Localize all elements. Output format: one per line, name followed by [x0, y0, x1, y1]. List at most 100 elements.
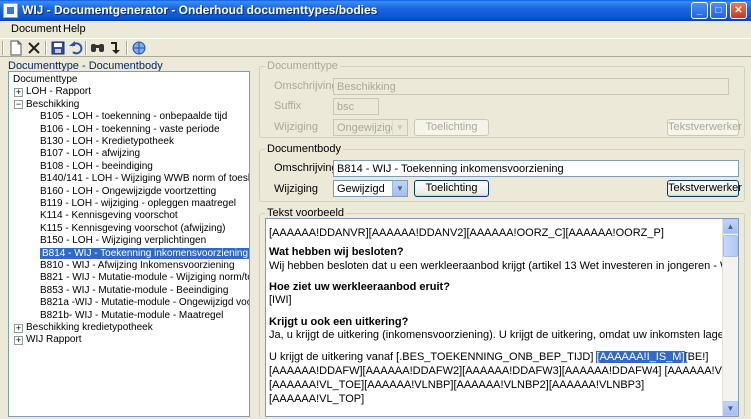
tree-item[interactable]: WIJ Rapport [26, 334, 82, 346]
title-bar: WIJ - Documentgenerator - Onderhoud docu… [0, 0, 751, 21]
tree-item-label: B160 - LOH - Ongewijzigde voortzetting [40, 185, 217, 197]
tree-expander-icon[interactable]: + [14, 323, 23, 333]
tree-item[interactable]: B107 - LOH - afwijzing [40, 148, 140, 160]
preview-line: [AAAAAA!VL_TOE][AAAAAA!VLNBP][AAAAAA!VLN… [269, 379, 645, 391]
preview-line: [AAAAAA!VL_TOP] [269, 393, 365, 405]
documentbody-toelichting-button[interactable]: Toelichting [414, 180, 489, 197]
menu-document[interactable]: Document [11, 23, 61, 35]
tree-item-label: Beschikking kredietypotheek [26, 322, 153, 333]
tree-item-label: B119 - LOH - wijziging - opleggen maatre… [40, 198, 237, 209]
tree-item-label: Beschikking [26, 98, 80, 110]
tree-item[interactable]: K115 - Kennisgeving voorschot (afwijzing… [40, 223, 225, 235]
tree-item-label: B814 - WIJ - Toekenning inkomensvoorzien… [40, 247, 249, 259]
preview-line: [IWI] [269, 294, 292, 306]
preview-line: [AAAAAA!DDANVR][AAAAAA!DDANV2][AAAAAA!OO… [269, 227, 664, 239]
tree-item[interactable]: B814 - WIJ - Toekenning inkomensvoorzien… [40, 247, 249, 260]
tree-item-label: WIJ Rapport [26, 334, 82, 346]
tree-item-label: B140/141 - LOH - Wijziging WWB norm of t… [40, 173, 250, 185]
documenttype-omschrijving-field[interactable]: Beschikking [333, 78, 729, 95]
tree-item-label: B810 - WIJ - Afwijzing Inkomensvoorzieni… [40, 260, 235, 271]
tree-item-label: B106 - LOH - toekenning - vaste periode [40, 123, 220, 135]
toolbar-grip [2, 41, 4, 55]
tree-item-label: LOH - Rapport [26, 86, 92, 98]
tree-item[interactable]: B119 - LOH - wijziging - opleggen maatre… [40, 198, 236, 210]
tree-expander-icon[interactable]: + [14, 87, 23, 97]
tree-item[interactable]: Beschikking kredietypotheek [26, 322, 153, 334]
menu-help[interactable]: Help [63, 23, 86, 35]
scroll-down-icon[interactable]: ▼ [723, 401, 738, 416]
tree-item[interactable]: B853 - WIJ - Mutatie-module - Beeindigin… [40, 285, 228, 297]
preview-line: Wij hebben besloten dat u een werkleeraa… [269, 260, 739, 272]
documenttype-suffix-label: Suffix [274, 100, 302, 112]
tree-item[interactable]: B105 - LOH - toekenning - onbepaalde tij… [40, 111, 227, 123]
documentbody-omschrijving-field[interactable]: B814 - WIJ - Toekenning inkomensvoorzien… [333, 160, 739, 177]
save-icon[interactable] [50, 40, 66, 56]
preview-text: [BE!] [684, 351, 709, 363]
preview-text: U krijgt de uitkering vanaf [.BES_TOEKEN… [269, 351, 597, 363]
preview-line: [AAAAAA!DDAFW][AAAAAA!DDAFW2][AAAAAA!DDA… [269, 365, 739, 377]
documentbody-omschrijving-label: Omschrijving [274, 162, 338, 174]
tree-expander-icon[interactable]: + [14, 335, 23, 345]
toolbar-separator [85, 41, 87, 55]
preview-heading: Hoe ziet uw werkleeraanbod eruit? [269, 281, 450, 293]
tree-item[interactable]: LOH - Rapport [26, 86, 91, 98]
documentbody-tekstverwerker-button[interactable]: Tekstverwerker [667, 180, 742, 197]
tree-item-label: B821a -WIJ - Mutatie-module - Ongewijzig… [40, 297, 249, 309]
tree-item[interactable]: Documenttype [13, 74, 77, 86]
tree-item[interactable]: B108 - LOH - beeindiging [40, 161, 153, 173]
tree-item[interactable]: B810 - WIJ - Afwijzing Inkomensvoorzieni… [40, 260, 235, 272]
document-tree[interactable]: Documenttype + LOH - Rapport − Beschikking B1… [8, 71, 250, 417]
preview-heading: Krijgt u ook een uitkering? [269, 316, 409, 328]
tree-item[interactable]: B821 - WIJ - Mutatie-module - Wijziging … [40, 272, 250, 284]
documentbody-wijziging-value: Gewijzigd [337, 183, 385, 195]
preview-line: Ja, u krijgt de uitkering (inkomensvoorz… [269, 329, 737, 341]
tree-item-label: B107 - LOH - afwijzing [40, 148, 141, 160]
preview-line: U krijgt de uitkering vanaf [.BES_TOEKEN… [269, 351, 708, 363]
goto-icon[interactable] [108, 40, 124, 56]
tree-item-label: Documenttype [13, 74, 78, 85]
tree-expander-icon[interactable]: − [14, 100, 23, 110]
documenttype-tekstverwerker-button[interactable]: Tekstverwerker [667, 119, 742, 136]
vertical-scrollbar[interactable]: ▲ ▼ [722, 219, 738, 416]
documentbody-wijziging-select[interactable]: Gewijzigd ▼ [333, 180, 408, 197]
tree-item-label: B821b- WIJ - Mutatie-module - Maatregel [40, 309, 224, 321]
documenttype-suffix-field[interactable]: bsc [333, 98, 379, 115]
documenttype-wijziging-label: Wijziging [274, 121, 319, 133]
scroll-up-icon[interactable]: ▲ [723, 219, 738, 234]
tree-item-label: B130 - LOH - Kredietypotheek [40, 136, 174, 147]
text-preview[interactable]: [AAAAAA!DDANVR][AAAAAA!DDANV2][AAAAAA!OO… [265, 218, 739, 417]
tree-item[interactable]: B130 - LOH - Kredietypotheek [40, 136, 174, 148]
maximize-button[interactable]: □ [710, 2, 727, 19]
documentbody-wijziging-label: Wijziging [274, 183, 319, 195]
documenttype-wijziging-select[interactable]: Ongewijzigd ▼ [333, 119, 408, 136]
minimize-button[interactable]: _ [691, 2, 708, 19]
tree-item[interactable]: B150 - LOH - Wijziging verplichtingen [40, 235, 206, 247]
menu-bar: Document Help [0, 21, 751, 38]
tree-item-label: K114 - Kennisgeving voorschot [40, 210, 178, 222]
scroll-thumb[interactable] [723, 235, 738, 257]
tree-item-label: K115 - Kennisgeving voorschot (afwijzing… [40, 222, 226, 234]
chevron-down-icon: ▼ [392, 181, 407, 196]
tree-item-label: B150 - LOH - Wijziging verplichtingen [40, 235, 207, 247]
new-icon[interactable] [8, 40, 24, 56]
close-button[interactable]: ✕ [730, 2, 747, 19]
documenttype-omschrijving-label: Omschrijving [274, 80, 338, 92]
delete-icon[interactable] [26, 40, 42, 56]
tree-item-label: B108 - LOH - beeindiging [40, 160, 153, 172]
documenttype-toelichting-button[interactable]: Toelichting [414, 119, 489, 136]
tree-item[interactable]: B106 - LOH - toekenning - vaste periode [40, 124, 220, 136]
toolbar-separator [45, 41, 47, 55]
tree-item[interactable]: K114 - Kennisgeving voorschot [40, 210, 178, 222]
tree-item[interactable]: Beschikking [26, 99, 79, 111]
undo-icon[interactable] [68, 40, 84, 56]
tree-item[interactable]: B140/141 - LOH - Wijziging WWB norm of t… [40, 173, 250, 185]
globe-icon[interactable] [131, 40, 147, 56]
search-icon[interactable] [90, 40, 106, 56]
tree-item[interactable]: B160 - LOH - Ongewijzigde voortzetting [40, 186, 216, 198]
documenttype-group-label: Documenttype [265, 60, 340, 72]
preview-heading: Wat hebben wij besloten? [269, 246, 404, 258]
tree-item[interactable]: B821b- WIJ - Mutatie-module - Maatregel [40, 310, 223, 322]
tree-item[interactable]: B821a -WIJ - Mutatie-module - Ongewijzig… [40, 297, 249, 309]
tree-item-label: B105 - LOH - toekenning - onbepaalde tij… [40, 111, 228, 123]
tree-item-label: B821 - WIJ - Mutatie-module - Wijziging … [40, 272, 250, 284]
